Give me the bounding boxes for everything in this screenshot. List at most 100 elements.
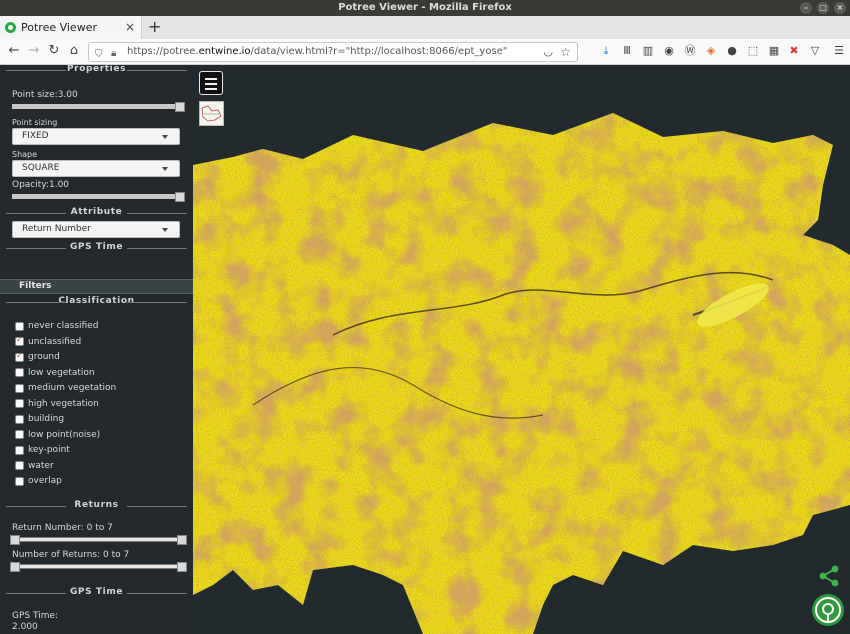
new-tab-button[interactable]: + [148,17,161,36]
forward-icon[interactable]: → [26,43,42,59]
point-cloud-viewport[interactable] [193,65,850,634]
range-min-handle[interactable] [10,535,20,545]
bookmark-star-icon[interactable]: ☆ [560,43,571,61]
window-title: Potree Viewer - Mozilla Firefox [338,2,512,13]
classification-checkbox[interactable] [15,321,24,331]
classification-checkbox[interactable] [15,383,24,393]
shape-value: SQUARE [22,163,60,173]
classification-item[interactable]: low vegetation [15,367,95,379]
number-of-returns-label: Number of Returns: 0 to 7 [12,550,130,560]
range-max-handle[interactable] [177,535,187,545]
navigation-toolbar: ← → ↻ ⌂ ⛉ 🔒︎ https://potree.entwine.io/d… [0,39,850,65]
wordpress-icon[interactable]: Ⓦ [683,44,697,58]
extension-tab-icon[interactable]: ◈ [704,44,718,58]
url-path: /data/view.html?r="http://localhost:8066… [250,46,508,57]
number-of-returns-range-slider[interactable] [10,562,187,572]
classification-item[interactable]: never classified [15,320,98,332]
point-cloud-render[interactable] [193,65,850,634]
classification-checkbox[interactable] [15,461,24,470]
classification-item[interactable]: key-point [15,444,70,456]
point-size-label: Point size:3.00 [12,90,78,100]
classification-checkbox[interactable] [15,445,24,455]
classification-label: ground [28,352,60,362]
classification-item[interactable]: ground [15,351,60,363]
classification-checkbox[interactable] [15,351,24,362]
extension-icon[interactable]: ◉ [662,44,676,58]
classification-item[interactable]: high vegetation [15,398,99,410]
range-min-handle[interactable] [10,562,20,572]
hamburger-menu-icon[interactable]: ☰ [832,44,846,58]
classification-label: never classified [28,321,99,331]
shape-label: Shape [12,150,38,159]
minimize-button[interactable]: – [800,2,812,14]
classification-label: key-point [28,445,70,455]
classification-item[interactable]: overlap [15,475,62,487]
lock-icon[interactable]: 🔒︎ [111,45,116,61]
range-max-handle[interactable] [177,562,187,572]
maximize-button[interactable]: □ [817,2,829,14]
classification-label: unclassified [28,336,82,347]
classification-item[interactable]: low point(noise) [15,429,100,441]
classification-checkbox[interactable] [15,430,24,439]
downloads-icon[interactable]: ⤓ [599,44,613,58]
account-icon[interactable]: ● [725,44,739,58]
tab-close-icon[interactable]: × [125,20,135,34]
pocket-icon[interactable]: ◡ [543,43,553,61]
return-number-range-slider[interactable] [10,535,187,545]
point-size-slider[interactable] [12,102,185,112]
back-icon[interactable]: ← [6,43,22,59]
screenshot-icon[interactable]: ⬚ [746,44,760,58]
classification-checkbox[interactable] [15,335,24,346]
tab-potree-viewer[interactable]: Potree Viewer × [0,16,142,39]
sidebar-icon[interactable]: ▥ [641,44,655,58]
classification-checkbox[interactable] [15,476,24,486]
share-icon[interactable] [818,565,840,587]
overflow-chevron-icon[interactable]: ▽ [808,44,822,58]
library-icon[interactable]: Ⅲ [620,44,634,58]
url-prefix: https://potree. [127,46,199,57]
shield-icon[interactable]: ⛉ [95,46,103,61]
reload-icon[interactable]: ↻ [46,43,62,59]
url-bar[interactable]: ⛉ 🔒︎ https://potree.entwine.io/data/view… [88,42,578,62]
attribute-section-title: Attribute [0,207,193,217]
classification-label: low vegetation [28,367,95,378]
classification-label: building [28,414,65,424]
minimap-toggle-icon[interactable] [199,101,224,126]
classification-checkbox[interactable] [15,368,24,377]
gps-time-section-title: GPS Time [0,587,193,597]
home-icon[interactable]: ⌂ [66,43,82,59]
classification-item[interactable]: building [15,413,64,425]
classification-label: low point(noise) [28,429,101,440]
classification-label: high vegetation [28,398,99,409]
chevron-down-icon [162,228,168,232]
return-number-label: Return Number: 0 to 7 [12,523,113,533]
opacity-slider[interactable] [12,192,185,202]
classification-section-title: Classification [0,296,193,306]
classification-checkbox[interactable] [15,414,24,424]
point-sizing-select[interactable]: FIXED [12,128,180,145]
point-sizing-label: Point sizing [12,118,58,127]
chevron-down-icon [162,167,168,171]
classification-item[interactable]: unclassified [15,335,82,348]
classification-checkbox[interactable] [15,399,24,408]
potree-sidebar: Properties Point size:3.00 Point sizing … [0,65,193,634]
potree-logo-icon[interactable] [812,594,844,626]
classification-label: medium vegetation [28,383,117,393]
returns-section-title: Returns [0,500,193,510]
extension-grid-icon[interactable]: ▦ [767,44,781,58]
properties-section-title: Properties [0,65,193,74]
potree-menu-button[interactable] [199,71,223,95]
potree-favicon-icon [5,22,16,33]
opacity-label: Opacity:1.00 [12,180,70,190]
classification-item[interactable]: medium vegetation [15,382,116,394]
classification-item[interactable]: water [15,460,54,472]
extension-puzzle-icon[interactable]: ✖ [787,44,801,58]
point-sizing-value: FIXED [22,131,49,141]
tab-label: Potree Viewer [21,21,97,34]
close-window-button[interactable]: × [834,2,846,14]
shape-select[interactable]: SQUARE [12,160,180,177]
gps-time-attribute-title: GPS Time [0,242,193,252]
window-titlebar: Potree Viewer - Mozilla Firefox – □ × [0,0,850,16]
attribute-select[interactable]: Return Number [12,221,180,238]
filters-section-header[interactable]: Filters [0,279,193,294]
